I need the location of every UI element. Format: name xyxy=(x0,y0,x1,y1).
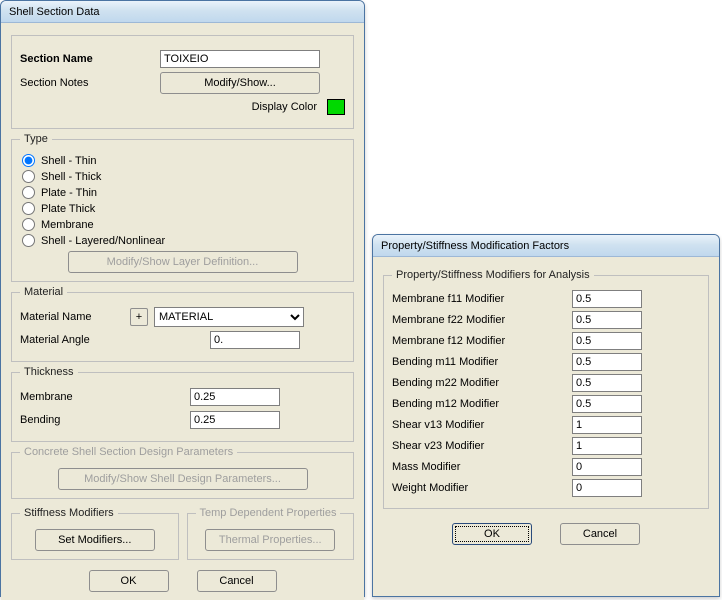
modifier-label: Bending m22 Modifier xyxy=(392,377,572,389)
modifiers-cancel-button[interactable]: Cancel xyxy=(560,523,640,545)
modifier-row: Shear v23 Modifier xyxy=(392,437,700,455)
type-label-shell-thin: Shell - Thin xyxy=(41,155,96,167)
modify-show-notes-button[interactable]: Modify/Show... xyxy=(160,72,320,94)
modifier-row: Bending m12 Modifier xyxy=(392,395,700,413)
type-group: Type Shell - Thin Shell - Thick Plate - … xyxy=(11,133,354,282)
thickness-membrane-input[interactable] xyxy=(190,388,280,406)
thickness-group: Thickness Membrane Bending xyxy=(11,366,354,442)
modifier-row: Mass Modifier xyxy=(392,458,700,476)
modifiers-group: Property/Stiffness Modifiers for Analysi… xyxy=(383,269,709,509)
stiffness-modifiers-group: Stiffness Modifiers Set Modifiers... xyxy=(11,507,179,560)
section-name-label: Section Name xyxy=(20,53,160,65)
modifiers-window-title: Property/Stiffness Modification Factors xyxy=(373,235,719,257)
temp-properties-group: Temp Dependent Properties Thermal Proper… xyxy=(187,507,355,560)
thickness-legend: Thickness xyxy=(20,366,78,378)
modifier-row: Bending m22 Modifier xyxy=(392,374,700,392)
modifier-input[interactable] xyxy=(572,290,642,308)
display-color-label: Display Color xyxy=(252,101,317,113)
modifier-label: Shear v13 Modifier xyxy=(392,419,572,431)
section-notes-label: Section Notes xyxy=(20,77,160,89)
modifier-input[interactable] xyxy=(572,458,642,476)
stiffness-modifiers-legend: Stiffness Modifiers xyxy=(20,507,118,519)
modifier-input[interactable] xyxy=(572,332,642,350)
type-label-layered: Shell - Layered/Nonlinear xyxy=(41,235,165,247)
modifier-row: Weight Modifier xyxy=(392,479,700,497)
thermal-properties-button: Thermal Properties... xyxy=(205,529,335,551)
modifier-label: Mass Modifier xyxy=(392,461,572,473)
modification-factors-window: Property/Stiffness Modification Factors … xyxy=(372,234,720,597)
shell-design-params-button: Modify/Show Shell Design Parameters... xyxy=(58,468,308,490)
modifier-label: Weight Modifier xyxy=(392,482,572,494)
section-header-group: Section Name Section Notes Modify/Show..… xyxy=(11,35,354,129)
material-add-button[interactable]: + xyxy=(130,308,148,326)
type-radio-plate-thick[interactable] xyxy=(22,202,35,215)
modifier-input[interactable] xyxy=(572,353,642,371)
modifier-row: Shear v13 Modifier xyxy=(392,416,700,434)
design-params-legend: Concrete Shell Section Design Parameters xyxy=(20,446,237,458)
type-radio-plate-thin[interactable] xyxy=(22,186,35,199)
section-name-input[interactable] xyxy=(160,50,320,68)
shell-section-data-window: Shell Section Data Section Name Section … xyxy=(0,0,365,597)
modifier-row: Membrane f12 Modifier xyxy=(392,332,700,350)
thickness-membrane-label: Membrane xyxy=(20,391,190,403)
modifier-row: Membrane f11 Modifier xyxy=(392,290,700,308)
thickness-bending-input[interactable] xyxy=(190,411,280,429)
modifier-input[interactable] xyxy=(572,416,642,434)
type-radio-membrane[interactable] xyxy=(22,218,35,231)
modifier-label: Bending m11 Modifier xyxy=(392,356,572,368)
type-label-plate-thick: Plate Thick xyxy=(41,203,95,215)
ok-button[interactable]: OK xyxy=(89,570,169,592)
type-label-shell-thick: Shell - Thick xyxy=(41,171,101,183)
material-angle-input[interactable] xyxy=(210,331,300,349)
display-color-swatch[interactable] xyxy=(327,99,345,115)
modifier-label: Shear v23 Modifier xyxy=(392,440,572,452)
temp-properties-legend: Temp Dependent Properties xyxy=(196,507,341,519)
cancel-button[interactable]: Cancel xyxy=(197,570,277,592)
window-title: Shell Section Data xyxy=(1,1,364,23)
set-modifiers-button[interactable]: Set Modifiers... xyxy=(35,529,155,551)
material-name-label: Material Name xyxy=(20,311,130,323)
type-label-plate-thin: Plate - Thin xyxy=(41,187,97,199)
material-name-select[interactable]: MATERIAL xyxy=(154,307,304,327)
type-radio-shell-thick[interactable] xyxy=(22,170,35,183)
modifier-row: Bending m11 Modifier xyxy=(392,353,700,371)
modifier-input[interactable] xyxy=(572,374,642,392)
material-legend: Material xyxy=(20,286,67,298)
thickness-bending-label: Bending xyxy=(20,414,190,426)
modifiers-legend: Property/Stiffness Modifiers for Analysi… xyxy=(392,269,594,281)
type-legend: Type xyxy=(20,133,52,145)
type-radio-layered[interactable] xyxy=(22,234,35,247)
modify-show-layer-definition-button: Modify/Show Layer Definition... xyxy=(68,251,298,273)
modifier-label: Bending m12 Modifier xyxy=(392,398,572,410)
modifier-label: Membrane f12 Modifier xyxy=(392,335,572,347)
modifier-input[interactable] xyxy=(572,479,642,497)
modifier-input[interactable] xyxy=(572,395,642,413)
modifier-input[interactable] xyxy=(572,437,642,455)
type-label-membrane: Membrane xyxy=(41,219,94,231)
design-params-group: Concrete Shell Section Design Parameters… xyxy=(11,446,354,499)
material-angle-label: Material Angle xyxy=(20,334,210,346)
modifier-row: Membrane f22 Modifier xyxy=(392,311,700,329)
material-group: Material Material Name + MATERIAL Materi… xyxy=(11,286,354,362)
modifier-input[interactable] xyxy=(572,311,642,329)
modifier-label: Membrane f11 Modifier xyxy=(392,293,572,305)
modifiers-ok-button[interactable]: OK xyxy=(452,523,532,545)
modifier-label: Membrane f22 Modifier xyxy=(392,314,572,326)
type-radio-shell-thin[interactable] xyxy=(22,154,35,167)
